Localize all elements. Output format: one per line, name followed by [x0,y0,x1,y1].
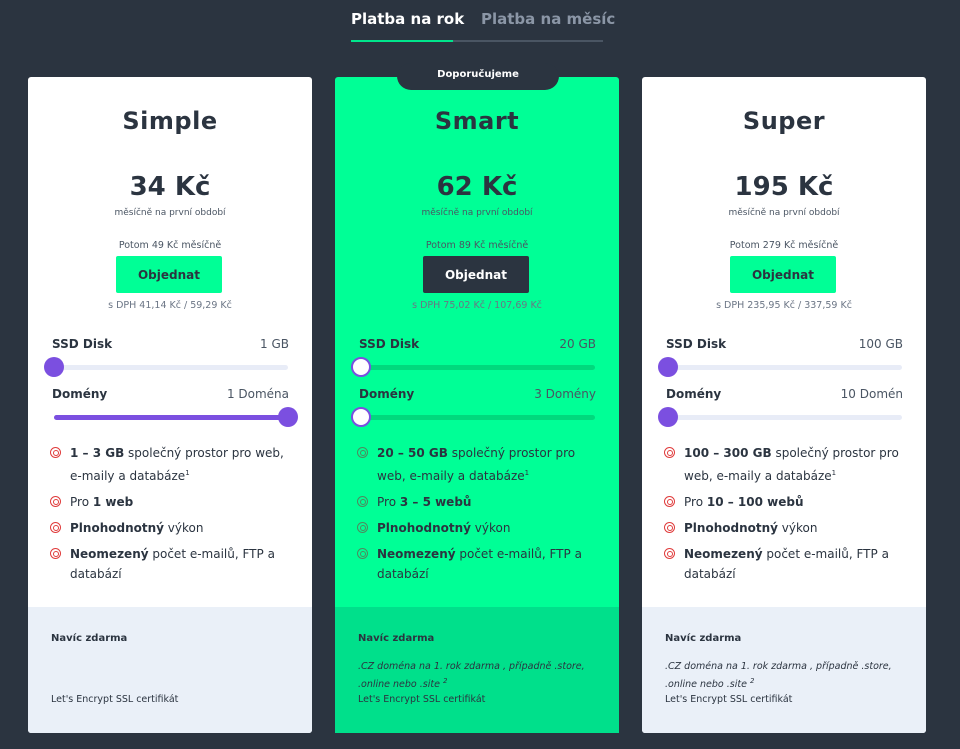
renewal-price: Potom 279 Kč měsíčně [729,240,839,251]
feature-item: Plnohodnotný výkon [664,518,904,538]
ssd-label: SSD Disk [52,337,113,351]
feature-item: Neomezený počet e-mailů, FTP a databází [664,544,904,584]
extras-ssl: Let's Encrypt SSL certifikát [51,694,179,705]
target-icon [50,496,61,507]
target-icon [357,522,368,533]
ssd-value: 20 GB [559,337,596,351]
plan-card-simple: Simple 34 Kč měsíčně na první období Pot… [28,77,312,733]
renewal-price: Potom 89 Kč měsíčně [425,240,529,251]
target-icon [357,496,368,507]
target-icon [664,522,675,533]
price-note: měsíčně na první období [114,208,226,218]
plan-card-smart: Doporučujeme Smart 62 Kč měsíčně na prvn… [335,63,619,733]
domains-value: 3 Domény [534,387,596,401]
extras-ssl: Let's Encrypt SSL certifikát [358,694,486,705]
domains-label: Domény [359,387,415,401]
plan-name: Simple [122,107,218,135]
billing-tabs: Platba na rok Platba na měsíc [351,8,615,42]
target-icon [357,447,368,458]
feature-item: Neomezený počet e-mailů, FTP a databází [357,544,597,584]
target-icon [50,548,61,559]
order-button[interactable]: Objednat [730,256,836,293]
plan-card-super: Super 195 Kč měsíčně na první období Pot… [642,77,926,733]
domains-value: 1 Doména [226,387,289,401]
target-icon [357,548,368,559]
ssd-label: SSD Disk [359,337,420,351]
domains-slider-thumb[interactable] [658,407,678,427]
free-extras-section: Navíc zdarma .CZ doména na 1. rok zdarma… [642,607,926,733]
order-button[interactable]: Objednat [423,256,529,293]
domains-slider-thumb[interactable] [351,407,371,427]
free-extras-section: Navíc zdarma Let's Encrypt SSL certifiká… [28,607,312,733]
target-icon [664,496,675,507]
vat-price: s DPH 235,95 Kč / 337,59 Kč [716,300,852,311]
plan-price: 195 Kč [734,172,834,202]
domains-slider-track[interactable] [658,407,902,427]
domains-label: Domény [52,387,108,401]
domains-slider-fill [54,415,288,420]
plan-price: 34 Kč [129,172,211,202]
ssd-slider-thumb[interactable] [44,357,64,377]
order-button[interactable]: Objednat [116,256,222,293]
ssd-slider-thumb[interactable] [351,357,371,377]
vat-price: s DPH 41,14 Kč / 59,29 Kč [108,300,232,311]
plan-name: Smart [434,107,520,135]
ssd-value: 1 GB [260,337,289,351]
target-icon [664,447,675,458]
domains-slider-track[interactable] [54,407,298,427]
domains-value: 10 Domén [840,387,903,401]
extras-title: Navíc zdarma [358,633,435,644]
tab-yearly-payment[interactable]: Platba na rok [351,10,464,42]
plan-price: 62 Kč [436,172,518,202]
feature-list: 1 – 3 GB společný prostor pro web, e-mai… [50,443,290,590]
tab-monthly-payment[interactable]: Platba na měsíc [481,10,615,28]
vat-price: s DPH 75,02 Kč / 107,69 Kč [412,300,542,311]
target-icon [50,447,61,458]
free-extras-section: Navíc zdarma .CZ doména na 1. rok zdarma… [335,607,619,733]
target-icon [664,548,675,559]
feature-item: Neomezený počet e-mailů, FTP a databází [50,544,290,584]
feature-item: Pro 1 web [50,492,290,512]
feature-item: Pro 3 – 5 webů [357,492,597,512]
price-note: měsíčně na první období [728,208,840,218]
plan-name: Super [742,107,826,135]
domains-slider-thumb[interactable] [278,407,298,427]
domains-slider-track[interactable] [351,407,595,427]
ssd-value: 100 GB [858,337,903,351]
feature-item: Plnohodnotný výkon [357,518,597,538]
domains-label: Domény [666,387,722,401]
ssd-label: SSD Disk [666,337,727,351]
ssd-slider-track[interactable] [351,357,595,377]
ssd-slider-track[interactable] [44,357,288,377]
feature-list: 20 – 50 GB společný prostor pro web, e-m… [357,443,597,590]
extras-title: Navíc zdarma [51,633,128,644]
extras-ssl: Let's Encrypt SSL certifikát [665,694,793,705]
feature-list: 100 – 300 GB společný prostor pro web, e… [664,443,904,590]
feature-item: 100 – 300 GB společný prostor pro web, e… [664,443,904,486]
feature-item: Pro 10 – 100 webů [664,492,904,512]
feature-item: Plnohodnotný výkon [50,518,290,538]
extras-domain: .CZ doména na 1. rok zdarma , případně .… [358,661,585,691]
feature-item: 1 – 3 GB společný prostor pro web, e-mai… [50,443,290,486]
renewal-price: Potom 49 Kč měsíčně [118,240,222,251]
feature-item: 20 – 50 GB společný prostor pro web, e-m… [357,443,597,486]
ssd-slider-track[interactable] [658,357,902,377]
recommended-badge-label: Doporučujeme [437,69,519,80]
ssd-slider-thumb[interactable] [658,357,678,377]
target-icon [50,522,61,533]
extras-title: Navíc zdarma [665,633,742,644]
price-note: měsíčně na první období [421,208,533,218]
extras-domain: .CZ doména na 1. rok zdarma , případně .… [665,661,892,691]
